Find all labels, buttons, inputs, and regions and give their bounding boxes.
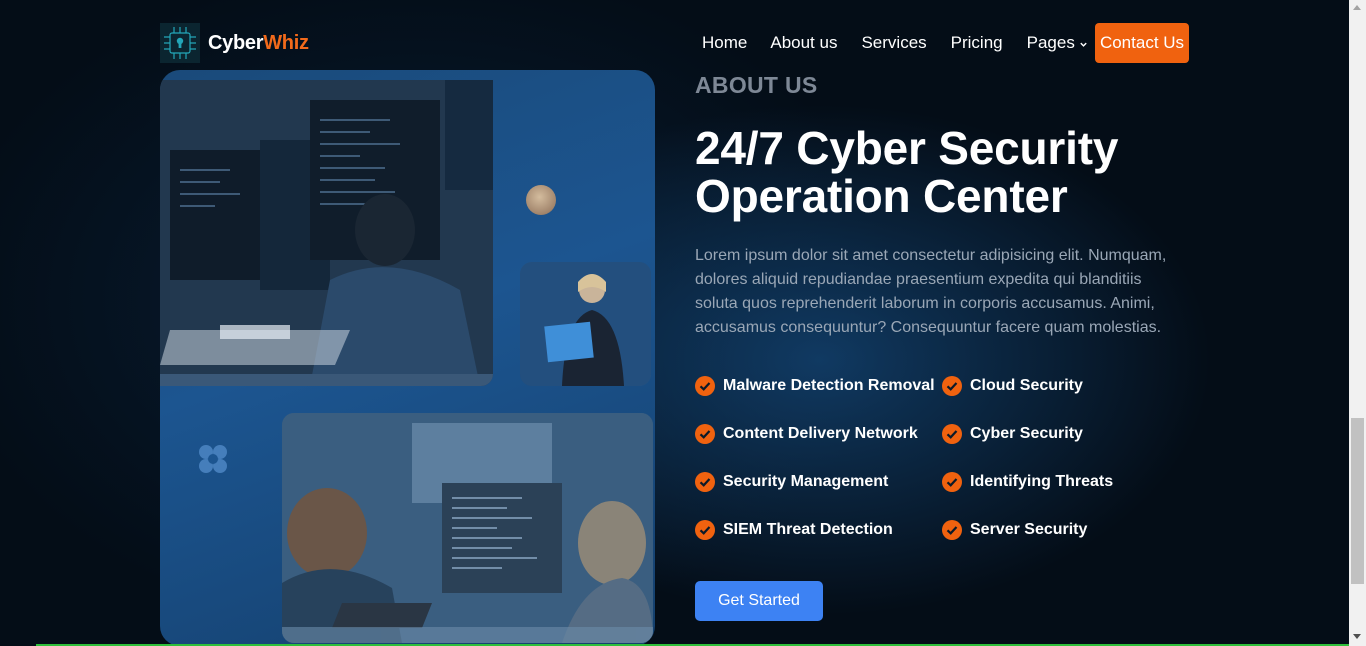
nav-pricing[interactable]: Pricing bbox=[951, 33, 1003, 53]
chevron-down-icon bbox=[1080, 42, 1087, 47]
feature-label: Security Management bbox=[723, 473, 889, 490]
feature-label: Identifying Threats bbox=[970, 473, 1114, 490]
section-description: Lorem ipsum dolor sit amet consectetur a… bbox=[695, 247, 1167, 336]
feature-label: Cloud Security bbox=[970, 377, 1083, 394]
photo-analyst-at-monitors bbox=[160, 80, 493, 386]
feature-item: Cyber Security bbox=[942, 424, 1083, 444]
photo-team-illustration bbox=[282, 413, 653, 643]
check-circle-icon bbox=[695, 472, 715, 492]
nav-pages-label: Pages bbox=[1026, 33, 1075, 52]
decorative-orb bbox=[526, 185, 556, 215]
photo-woman-with-laptop bbox=[520, 262, 651, 386]
feature-label: Server Security bbox=[970, 521, 1088, 538]
keyhole-chip-icon bbox=[160, 23, 200, 63]
feature-label: Malware Detection Removal bbox=[723, 377, 935, 394]
feature-item: Security Management bbox=[695, 472, 888, 492]
feature-item: SIEM Threat Detection bbox=[695, 520, 893, 540]
check-circle-icon bbox=[942, 472, 962, 492]
feature-item: Cloud Security bbox=[942, 376, 1083, 396]
check-circle-icon bbox=[942, 520, 962, 540]
vertical-scrollbar[interactable] bbox=[1349, 0, 1366, 646]
about-image-collage bbox=[160, 70, 655, 646]
brand-name: CyberWhiz bbox=[208, 31, 309, 54]
photo-team-at-workstations bbox=[282, 413, 653, 643]
feature-item: Identifying Threats bbox=[942, 472, 1113, 492]
nav-home[interactable]: Home bbox=[702, 33, 747, 53]
feature-label: Cyber Security bbox=[970, 425, 1083, 442]
title-line-2: Operation Center bbox=[695, 170, 1068, 222]
decorative-cross-icon bbox=[199, 445, 227, 473]
feature-item: Content Delivery Network bbox=[695, 424, 918, 444]
section-eyebrow: ABOUT US bbox=[695, 72, 818, 98]
brand-logo[interactable]: CyberWhiz bbox=[160, 23, 309, 63]
check-circle-icon bbox=[695, 520, 715, 540]
feature-label: Content Delivery Network bbox=[723, 425, 918, 442]
page: CyberWhiz Home About us Services Pricing… bbox=[0, 0, 1349, 646]
section-title: 24/7 Cyber Security Operation Center bbox=[695, 124, 1255, 220]
check-circle-icon bbox=[695, 376, 715, 396]
scroll-up-arrow-icon[interactable] bbox=[1353, 5, 1361, 10]
check-circle-icon bbox=[695, 424, 715, 444]
title-line-1: 24/7 Cyber Security bbox=[695, 122, 1119, 174]
scroll-down-arrow-icon[interactable] bbox=[1353, 634, 1361, 639]
check-circle-icon bbox=[942, 424, 962, 444]
scrollbar-thumb[interactable] bbox=[1351, 418, 1364, 584]
contact-us-button[interactable]: Contact Us bbox=[1095, 23, 1189, 63]
main-nav: Home About us Services Pricing Pages bbox=[702, 33, 1088, 53]
nav-pages[interactable]: Pages bbox=[1027, 33, 1088, 53]
photo-woman-illustration bbox=[520, 262, 651, 386]
feature-item: Malware Detection Removal bbox=[695, 376, 935, 396]
feature-item: Server Security bbox=[942, 520, 1087, 540]
nav-services[interactable]: Services bbox=[861, 33, 926, 53]
nav-about-us[interactable]: About us bbox=[770, 33, 837, 53]
feature-label: SIEM Threat Detection bbox=[723, 521, 893, 538]
photo-analyst-illustration bbox=[160, 80, 493, 386]
check-circle-icon bbox=[942, 376, 962, 396]
get-started-button[interactable]: Get Started bbox=[695, 581, 823, 621]
